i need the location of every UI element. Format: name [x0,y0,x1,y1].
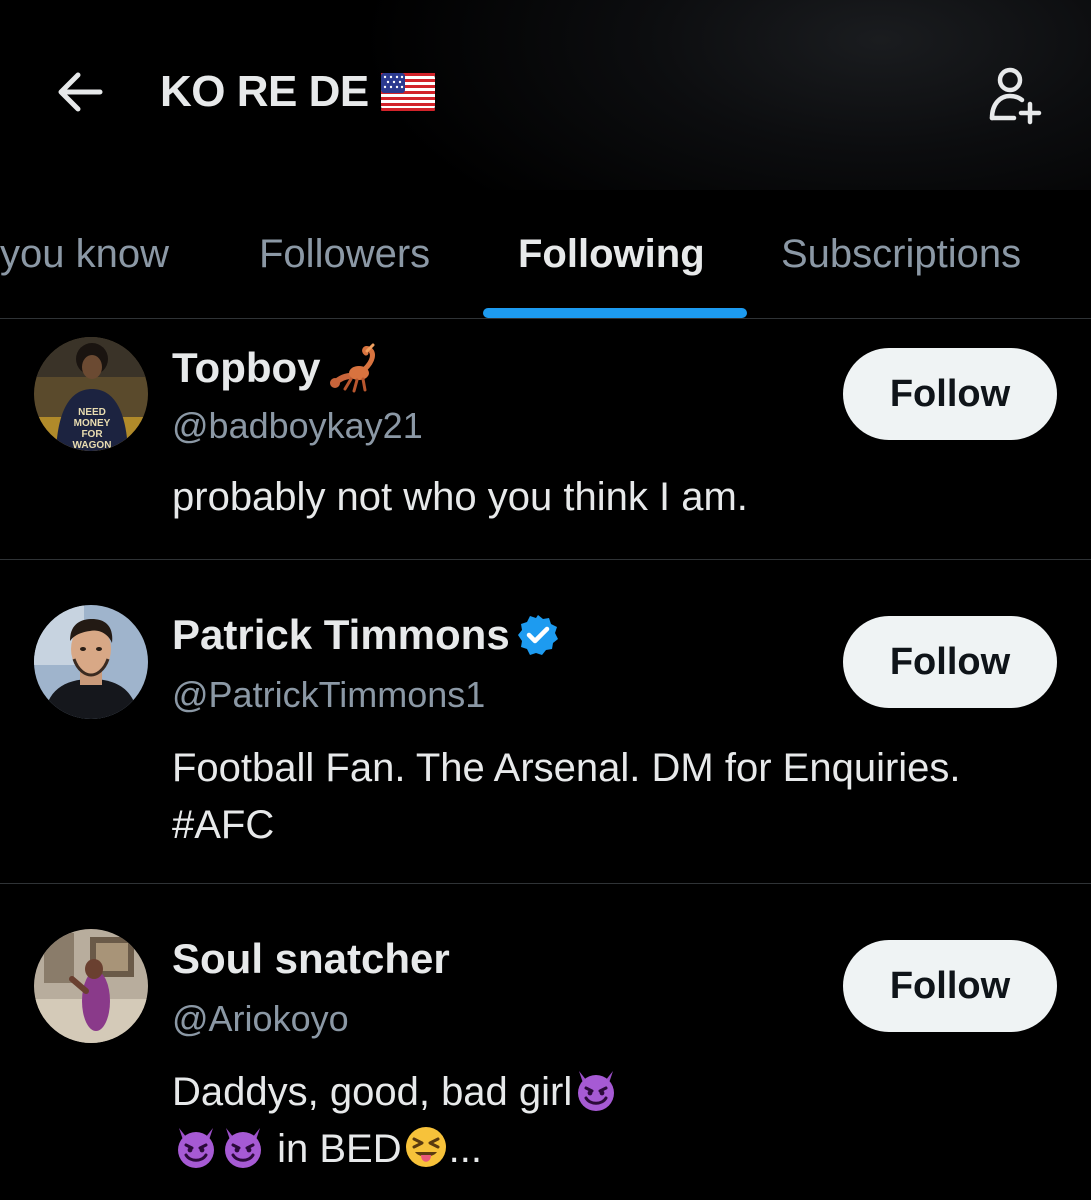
follow-button[interactable]: Follow [843,940,1057,1032]
avatar[interactable] [34,929,148,1043]
svg-text:NEED: NEED [78,407,106,418]
bio-text: in BED [277,1127,402,1171]
user-name[interactable]: Soul snatcher [172,935,450,983]
profile-title: KO RE DE [160,64,435,120]
squinting-tongue-face-icon [405,1127,446,1167]
user-name[interactable]: Topboy [172,344,321,392]
svg-text:WAGON: WAGON [73,440,112,451]
user-name[interactable]: Patrick Timmons [172,611,510,659]
user-list-item[interactable]: NEED MONEY FOR WAGON Topboy @badboykay21… [0,319,1091,559]
user-list-item[interactable]: Soul snatcher @Ariokoyo Daddys, good, ba… [0,884,1091,1200]
bio-line: probably not who you think I am. [172,475,748,519]
tab-followers-you-know[interactable]: you know [0,224,169,284]
smiling-imp-icon [178,1128,214,1168]
tab-bar: you know Followers Following Subscriptio… [0,190,1091,318]
user-bio: probably not who you think I am. [172,469,1032,526]
smiling-imp-icon [578,1071,615,1111]
avatar[interactable]: NEED MONEY FOR WAGON [34,337,148,451]
scorpion-icon [329,343,375,393]
svg-text:FOR: FOR [81,429,103,440]
user-bio: Football Fan. The Arsenal. DM for Enquir… [172,740,1032,854]
bio-text: ... [448,1127,482,1171]
user-name-line: Topboy [172,341,385,395]
avatar-image [34,929,148,1043]
avatar-image [34,605,148,719]
user-bio: Daddys, good, bad girl in BED ... [172,1064,1032,1178]
active-tab-indicator [483,308,747,318]
us-flag-icon [380,73,435,111]
avatar[interactable] [34,605,148,719]
app-screen: KO RE DE you know Followers Following Su… [0,0,1091,1200]
avatar-image: NEED MONEY FOR WAGON [34,337,148,451]
bio-line: #AFC [172,803,275,847]
follow-button[interactable]: Follow [843,348,1057,440]
page-title: KO RE DE [160,67,369,116]
back-button[interactable] [48,60,112,124]
smiling-imp-icon [225,1128,261,1168]
tab-following[interactable]: Following [518,224,705,284]
user-list-item[interactable]: Patrick Timmons @PatrickTimmons1 Footbal… [0,560,1091,883]
user-name-line: Patrick Timmons [172,608,560,662]
tab-subscriptions[interactable]: Subscriptions [781,224,1021,284]
bio-line: Daddys, good, bad girl [172,1064,1032,1121]
bio-line: Football Fan. The Arsenal. DM for Enquir… [172,746,961,790]
follow-button[interactable]: Follow [843,616,1057,708]
user-handle: @Ariokoyo [172,998,349,1039]
user-handle: @badboykay21 [172,405,423,446]
svg-text:MONEY: MONEY [74,418,111,429]
verified-badge-icon [517,615,558,655]
bio-line: in BED ... [172,1121,1032,1178]
user-handle: @PatrickTimmons1 [172,674,486,715]
bio-text: Daddys, good, bad girl [172,1070,573,1114]
top-bar: KO RE DE [0,0,1091,190]
arrow-left-icon [58,72,103,112]
user-name-line: Soul snatcher [172,932,450,986]
add-user-icon [989,67,1042,125]
tab-followers[interactable]: Followers [259,224,430,284]
add-user-button[interactable] [980,58,1052,130]
